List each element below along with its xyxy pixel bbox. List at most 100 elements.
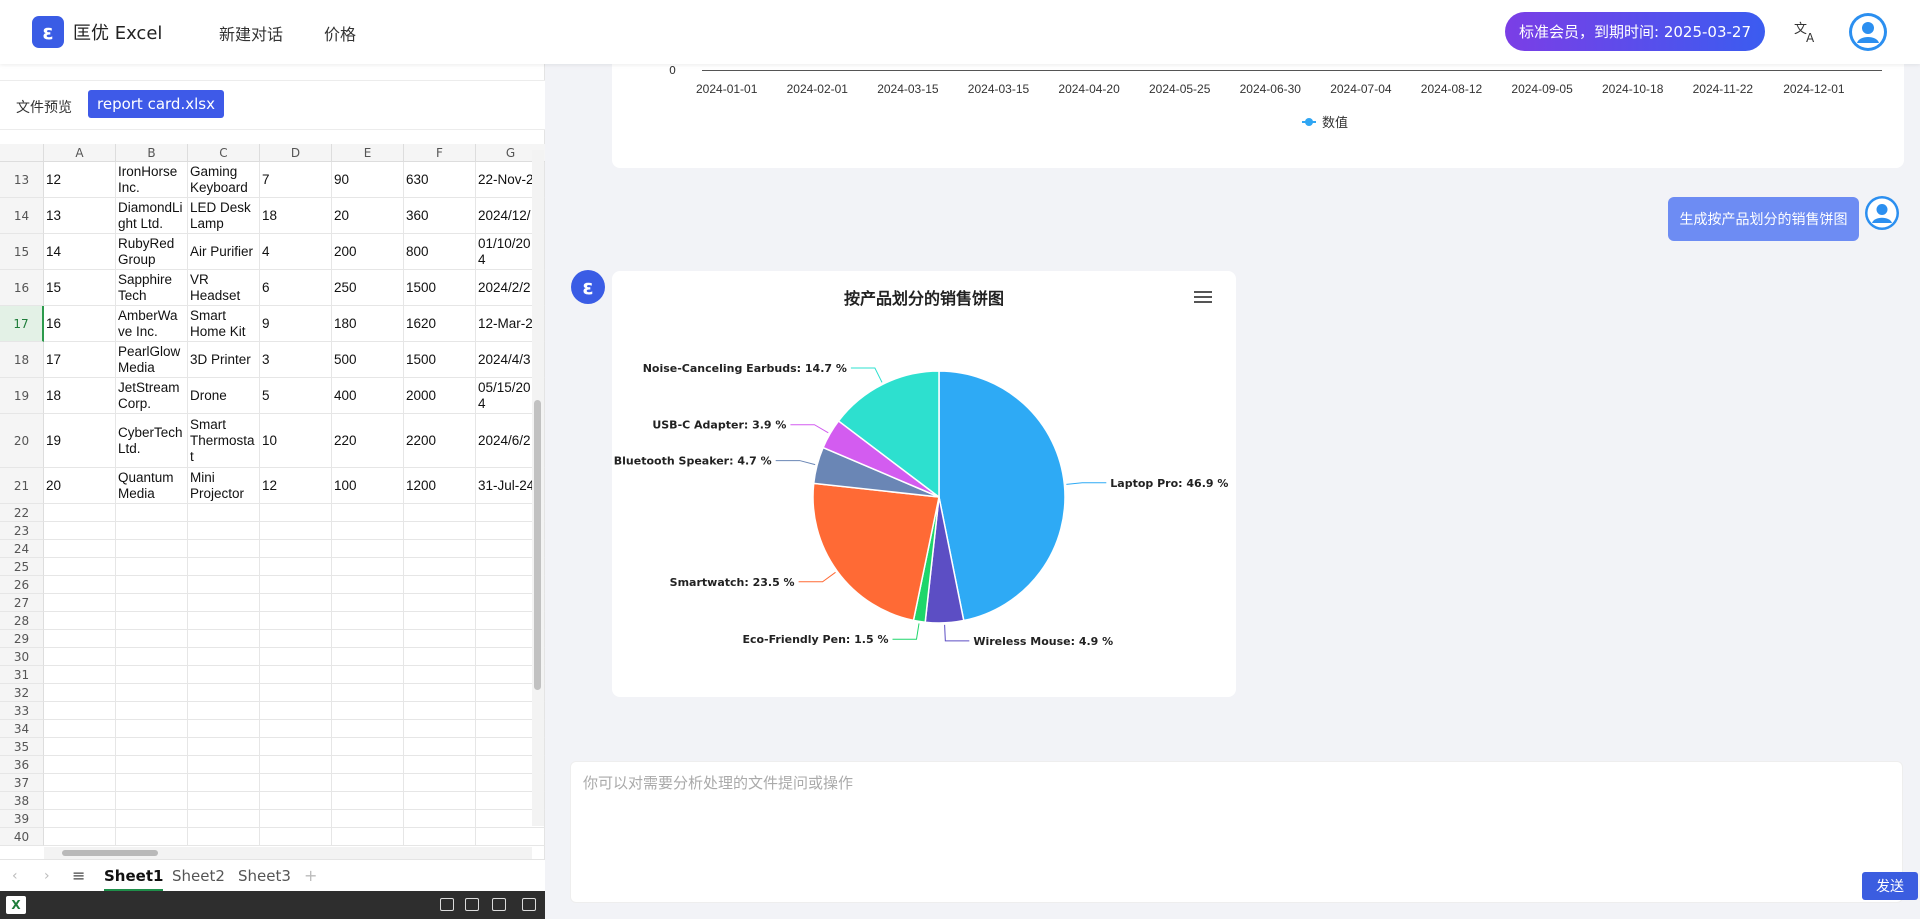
table-cell[interactable]: [188, 594, 260, 612]
table-cell[interactable]: [404, 630, 476, 648]
table-cell[interactable]: 90: [332, 162, 404, 198]
table-cell[interactable]: 1200: [404, 468, 476, 504]
table-cell[interactable]: [116, 738, 188, 756]
table-cell[interactable]: [116, 756, 188, 774]
table-cell[interactable]: [188, 648, 260, 666]
table-cell[interactable]: [116, 666, 188, 684]
table-cell[interactable]: [188, 792, 260, 810]
table-cell[interactable]: 20: [332, 198, 404, 234]
table-cell[interactable]: [260, 738, 332, 756]
column-header[interactable]: F: [404, 144, 476, 162]
table-cell[interactable]: 2000: [404, 378, 476, 414]
column-header[interactable]: B: [116, 144, 188, 162]
table-cell[interactable]: [332, 630, 404, 648]
send-button[interactable]: 发送: [1862, 872, 1918, 900]
column-header[interactable]: C: [188, 144, 260, 162]
table-cell[interactable]: [404, 828, 476, 846]
table-cell[interactable]: [260, 702, 332, 720]
table-cell[interactable]: 1500: [404, 342, 476, 378]
table-cell[interactable]: [404, 774, 476, 792]
table-cell[interactable]: 500: [332, 342, 404, 378]
row-header[interactable]: 39: [0, 810, 44, 828]
table-cell[interactable]: [188, 522, 260, 540]
table-cell[interactable]: [188, 540, 260, 558]
table-cell[interactable]: [332, 594, 404, 612]
table-cell[interactable]: 17: [44, 342, 116, 378]
row-header[interactable]: 31: [0, 666, 44, 684]
table-cell[interactable]: [44, 756, 116, 774]
table-cell[interactable]: [332, 540, 404, 558]
table-cell[interactable]: 12: [260, 468, 332, 504]
row-header[interactable]: 33: [0, 702, 44, 720]
column-header[interactable]: A: [44, 144, 116, 162]
table-cell[interactable]: [260, 630, 332, 648]
table-cell[interactable]: LED Desk Lamp: [188, 198, 260, 234]
table-cell[interactable]: Drone: [188, 378, 260, 414]
table-cell[interactable]: [188, 666, 260, 684]
row-header[interactable]: 25: [0, 558, 44, 576]
table-cell[interactable]: [332, 792, 404, 810]
pie-slice[interactable]: [938, 370, 1066, 622]
table-cell[interactable]: [260, 828, 332, 846]
row-header[interactable]: 27: [0, 594, 44, 612]
table-cell[interactable]: 18: [44, 378, 116, 414]
table-cell[interactable]: [116, 630, 188, 648]
table-cell[interactable]: [260, 522, 332, 540]
table-cell[interactable]: 19: [44, 414, 116, 468]
table-cell[interactable]: 250: [332, 270, 404, 306]
table-cell[interactable]: [44, 558, 116, 576]
table-cell[interactable]: [116, 504, 188, 522]
table-cell[interactable]: [116, 720, 188, 738]
row-header[interactable]: 34: [0, 720, 44, 738]
table-cell[interactable]: [404, 504, 476, 522]
table-cell[interactable]: [404, 684, 476, 702]
table-cell[interactable]: [404, 594, 476, 612]
row-header[interactable]: 29: [0, 630, 44, 648]
table-cell[interactable]: [260, 594, 332, 612]
horizontal-scroll-thumb[interactable]: [62, 850, 158, 856]
table-cell[interactable]: 100: [332, 468, 404, 504]
table-cell[interactable]: [188, 828, 260, 846]
table-cell[interactable]: [260, 558, 332, 576]
table-cell[interactable]: [116, 594, 188, 612]
table-cell[interactable]: 12: [44, 162, 116, 198]
table-cell[interactable]: [116, 576, 188, 594]
table-cell[interactable]: [188, 612, 260, 630]
table-cell[interactable]: IronHorse Inc.: [116, 162, 188, 198]
fullscreen-icon[interactable]: [522, 898, 536, 911]
table-cell[interactable]: [44, 504, 116, 522]
table-cell[interactable]: [332, 558, 404, 576]
table-cell[interactable]: Air Purifier: [188, 234, 260, 270]
next-sheet-icon[interactable]: ›: [44, 868, 50, 884]
table-cell[interactable]: [116, 684, 188, 702]
table-cell[interactable]: 15: [44, 270, 116, 306]
table-cell[interactable]: [332, 504, 404, 522]
table-cell[interactable]: [404, 612, 476, 630]
table-cell[interactable]: Mini Projector: [188, 468, 260, 504]
table-cell[interactable]: [332, 738, 404, 756]
table-cell[interactable]: [260, 612, 332, 630]
save-icon[interactable]: [465, 898, 479, 911]
table-cell[interactable]: [404, 648, 476, 666]
vertical-scrollbar[interactable]: [532, 150, 544, 826]
table-cell[interactable]: [260, 792, 332, 810]
table-cell[interactable]: [404, 810, 476, 828]
table-cell[interactable]: [332, 612, 404, 630]
table-cell[interactable]: 13: [44, 198, 116, 234]
table-cell[interactable]: [476, 828, 545, 846]
table-cell[interactable]: [260, 648, 332, 666]
vertical-scroll-thumb[interactable]: [534, 400, 541, 690]
row-header[interactable]: 32: [0, 684, 44, 702]
row-header[interactable]: 16: [0, 270, 44, 306]
row-header[interactable]: 35: [0, 738, 44, 756]
table-cell[interactable]: 800: [404, 234, 476, 270]
table-cell[interactable]: [44, 810, 116, 828]
table-cell[interactable]: 3D Printer: [188, 342, 260, 378]
table-cell[interactable]: RubyRed Group: [116, 234, 188, 270]
line-chart-legend[interactable]: 数值: [1302, 112, 1348, 131]
column-header[interactable]: E: [332, 144, 404, 162]
app-title[interactable]: 匡优 Excel: [73, 19, 162, 45]
row-header[interactable]: 18: [0, 342, 44, 378]
sheet-list-icon[interactable]: ≡: [72, 866, 85, 885]
user-avatar-icon[interactable]: [1848, 12, 1888, 52]
